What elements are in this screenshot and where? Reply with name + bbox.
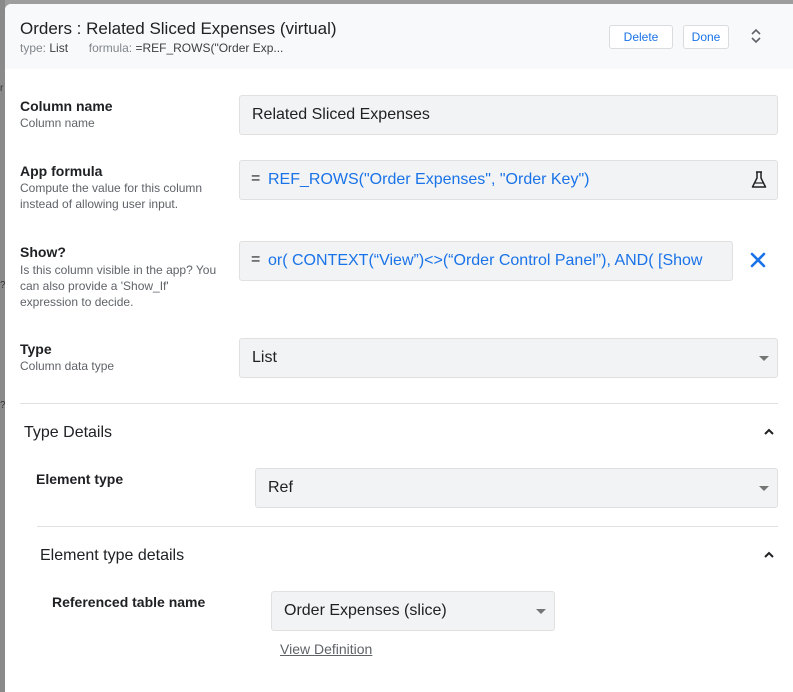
type-help: Column data type <box>20 359 115 373</box>
close-icon[interactable] <box>749 251 767 269</box>
type-label: Type <box>20 341 52 357</box>
element-type-label: Element type <box>36 471 124 487</box>
column-name-value: Related Sliced Expenses <box>252 106 430 123</box>
chevron-down-icon <box>759 486 769 491</box>
type-details-title: Type Details <box>24 424 113 441</box>
column-name-label: Column name <box>20 98 113 114</box>
divider <box>20 403 778 404</box>
element-type-select[interactable]: Ref <box>255 468 778 508</box>
referenced-table-value: Order Expenses (slice) <box>284 602 447 619</box>
show-if-value: or( CONTEXT(“View”)<>(“Order Control Pan… <box>268 252 703 269</box>
done-button[interactable]: Done <box>683 25 729 49</box>
type-label: type: <box>20 41 47 55</box>
app-formula-value: REF_ROWS("Order Expenses", "Order Key") <box>268 171 590 188</box>
type-value: List <box>49 41 69 55</box>
panel-subtitle: type: List formula: =REF_ROWS("Order Exp… <box>20 41 283 55</box>
formula-label: formula: <box>88 41 133 55</box>
element-type-value: Ref <box>268 479 293 496</box>
chevron-up-icon[interactable] <box>762 548 776 562</box>
show-if-input[interactable]: = or( CONTEXT(“View”)<>(“Order Control P… <box>239 241 733 281</box>
panel-header: Orders : Related Sliced Expenses (virtua… <box>5 4 793 69</box>
referenced-table-select[interactable]: Order Expenses (slice) <box>271 591 555 631</box>
equals-sign: = <box>251 251 261 268</box>
view-definition-link[interactable]: View Definition <box>280 641 372 657</box>
show-help: Is this column visible in the app? You c… <box>20 263 217 309</box>
panel-title: Orders : Related Sliced Expenses (virtua… <box>20 19 337 38</box>
app-formula-label: App formula <box>20 163 103 179</box>
app-formula-input[interactable]: = REF_ROWS("Order Expenses", "Order Key"… <box>239 160 778 200</box>
column-editor-panel: Orders : Related Sliced Expenses (virtua… <box>5 4 793 692</box>
equals-sign: = <box>251 170 261 187</box>
referenced-table-label: Referenced table name <box>52 594 206 610</box>
chevron-down-icon <box>536 609 546 614</box>
flask-icon[interactable] <box>751 171 767 189</box>
type-select[interactable]: List <box>239 338 778 378</box>
formula-value: =REF_ROWS("Order Exp... <box>135 41 284 55</box>
column-name-input[interactable]: Related Sliced Expenses <box>239 95 778 135</box>
show-label: Show? <box>20 244 66 260</box>
app-formula-help: Compute the value for this column instea… <box>20 181 203 211</box>
unfold-icon[interactable] <box>746 26 766 46</box>
type-select-value: List <box>252 349 277 366</box>
chevron-up-icon[interactable] <box>762 425 776 439</box>
delete-button[interactable]: Delete <box>609 25 673 49</box>
chevron-down-icon <box>759 356 769 361</box>
column-name-help: Column name <box>20 116 95 130</box>
element-type-details-title: Element type details <box>40 547 185 564</box>
divider <box>37 526 778 527</box>
